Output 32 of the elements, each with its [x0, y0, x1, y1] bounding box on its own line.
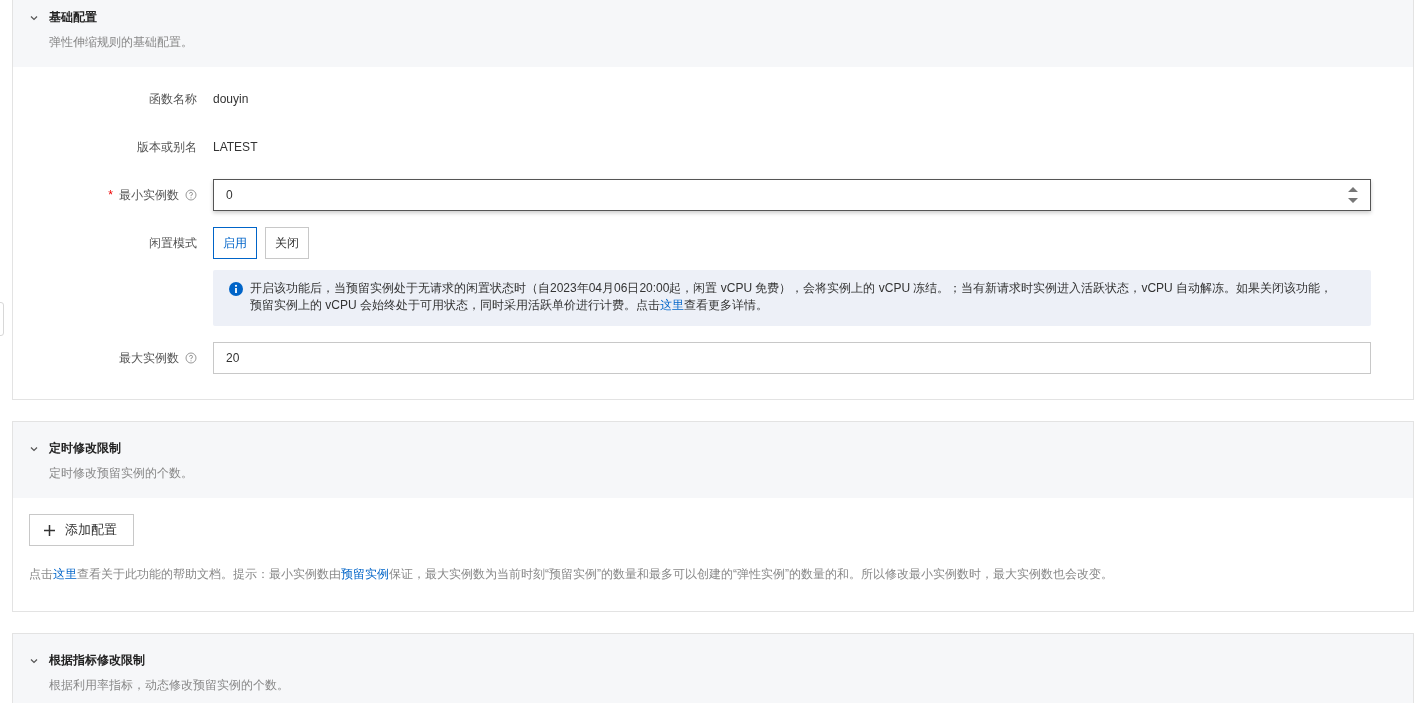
section-title: 基础配置	[49, 9, 97, 26]
mode-option[interactable]: 启用	[213, 227, 257, 259]
help-icon[interactable]	[185, 352, 197, 364]
section-title: 根据指标修改限制	[49, 652, 145, 669]
section-title: 定时修改限制	[49, 440, 121, 457]
help-link[interactable]: 预留实例	[341, 567, 389, 581]
info-icon	[229, 282, 243, 296]
field-label: 闲置模式	[149, 234, 197, 252]
help-text: 点击这里查看关于此功能的帮助文档。提示：最小实例数由预留实例保证，最大实例数为当前时刻“预留实例”的数量和最多可以创建的“弹性实例”的数量的和。所以修改最小实例数时，最大实例数也会改变。	[29, 566, 1114, 583]
field-label: 最小实例数	[119, 186, 179, 204]
number-field[interactable]: 0	[213, 179, 1371, 211]
section-description: 弹性伸缩规则的基础配置。	[49, 34, 194, 51]
help-link[interactable]: 这里	[660, 298, 684, 312]
section-header[interactable]: 基础配置 弹性伸缩规则的基础配置。	[13, 0, 1413, 67]
mode-option[interactable]: 关闭	[265, 227, 309, 259]
stepper-icon[interactable]	[1348, 185, 1358, 205]
section-description: 定时修改预留实例的个数。	[49, 465, 194, 482]
field-label: 最大实例数	[119, 349, 179, 367]
section-description: 根据利用率指标，动态修改预留实例的个数。	[49, 677, 290, 694]
field-label: 函数名称	[149, 90, 197, 108]
help-icon[interactable]	[185, 189, 197, 201]
number-field[interactable]: 20	[213, 342, 1371, 374]
help-link[interactable]: 这里	[53, 567, 77, 581]
plus-icon	[44, 524, 55, 536]
field-value: douyin	[213, 91, 250, 108]
field-label: 版本或别名	[137, 138, 197, 156]
notice-text: 开启该功能后，当预留实例处于无请求的闲置状态时（自2023年04月06日20:00起，闲置 vCPU 免费），会将实例上的 vCPU 冻结。；当有新请求时实例进入活跃状态，vCPU 自动解冻。如果关闭该功能，预留实例上的 vCPU 会始终处于可用状态，同时采用活跃单价进行计费。点击这里查看更多详情。	[250, 280, 1334, 314]
section-header[interactable]: 根据指标修改限制 根据利用率指标，动态修改预留实例的个数。	[13, 634, 1413, 703]
section-header[interactable]: 定时修改限制 定时修改预留实例的个数。	[13, 422, 1413, 498]
required-mark: *	[108, 188, 113, 202]
field-value: LATEST	[213, 139, 259, 156]
add-config-button[interactable]: 添加配置	[29, 514, 134, 546]
